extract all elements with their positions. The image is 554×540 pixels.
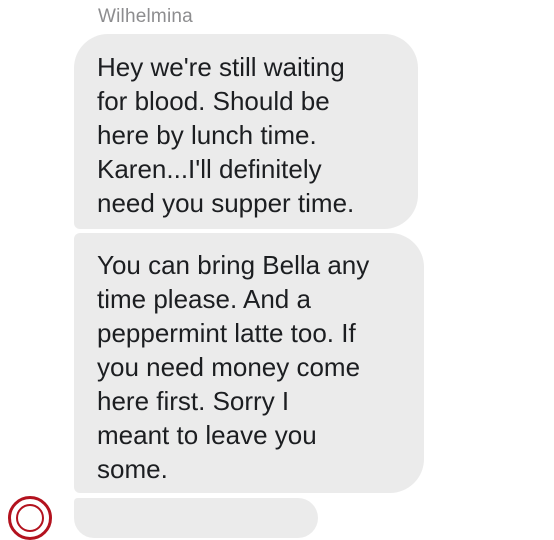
message-bubble[interactable]: You can bring Bella any time please. And… [74,233,424,493]
message-bubble[interactable] [74,498,318,538]
sender-name: Wilhelmina [98,6,193,27]
message-bubble[interactable]: Hey we're still waiting for blood. Shoul… [74,34,418,229]
message-thread: Wilhelmina Hey we're still waiting for b… [0,0,554,540]
avatar[interactable] [8,496,52,540]
avatar-logo-icon [16,504,44,532]
